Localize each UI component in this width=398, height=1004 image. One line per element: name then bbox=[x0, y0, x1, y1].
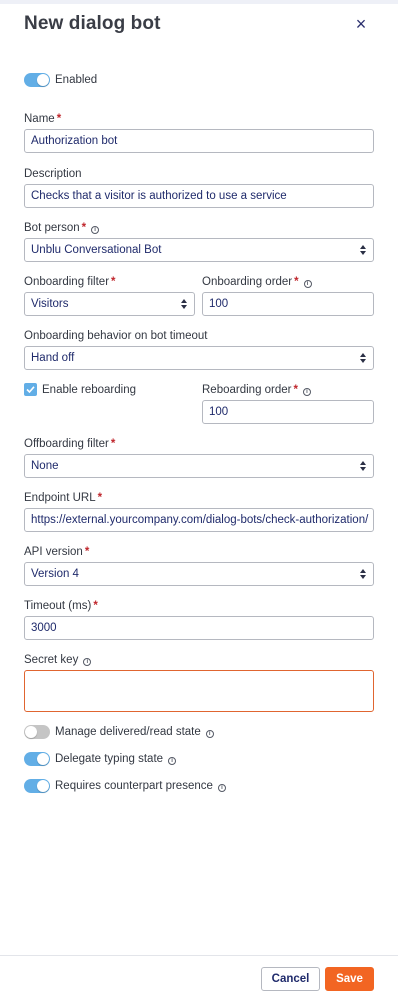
required-mark: * bbox=[111, 276, 116, 288]
info-icon[interactable]: i bbox=[168, 757, 177, 765]
manage-delivered-label: Manage delivered/read state i bbox=[55, 725, 214, 739]
onboarding-behavior-select[interactable]: Hand off bbox=[24, 346, 374, 370]
bot-person-label: Bot person * i bbox=[24, 221, 100, 235]
requires-counterpart-toggle[interactable] bbox=[24, 779, 50, 793]
required-mark: * bbox=[293, 384, 298, 396]
enabled-label: Enabled bbox=[55, 74, 98, 86]
toggle-knob bbox=[37, 753, 49, 765]
info-icon[interactable]: i bbox=[205, 730, 214, 738]
required-mark: * bbox=[84, 546, 90, 558]
description-label: Description bbox=[24, 168, 82, 180]
required-mark: * bbox=[110, 438, 116, 450]
info-icon[interactable]: i bbox=[83, 658, 92, 666]
onboarding-filter-label: Onboarding filter * bbox=[24, 275, 116, 289]
required-mark: * bbox=[81, 222, 87, 234]
chevron-updown-icon bbox=[360, 461, 366, 471]
onboarding-behavior-label: Onboarding behavior on bot timeout bbox=[24, 330, 208, 342]
manage-delivered-label-text: Manage delivered/read state bbox=[55, 726, 201, 738]
onboarding-order-label: Onboarding order * i bbox=[202, 275, 312, 289]
required-mark: * bbox=[97, 492, 103, 504]
delegate-typing-toggle[interactable] bbox=[24, 752, 50, 766]
reboarding-order-label: Reboarding order * i bbox=[202, 383, 311, 397]
name-label-text: Name bbox=[24, 113, 55, 125]
offboarding-filter-label: Offboarding filter * bbox=[24, 437, 115, 451]
delegate-typing-label-text: Delegate typing state bbox=[55, 753, 164, 765]
name-input[interactable]: Authorization bot bbox=[24, 129, 374, 153]
bot-person-label-text: Bot person bbox=[24, 222, 80, 234]
dialog-header: New dialog bot × bbox=[24, 12, 374, 38]
api-version-label: API version * bbox=[24, 545, 89, 559]
reboarding-order-input[interactable]: 100 bbox=[202, 400, 374, 424]
dialog-title: New dialog bot bbox=[24, 13, 161, 34]
toggle-knob bbox=[37, 74, 49, 86]
check-icon bbox=[26, 386, 35, 394]
api-version-value: Version 4 bbox=[31, 568, 79, 580]
required-mark: * bbox=[294, 276, 299, 288]
name-label: Name * bbox=[24, 112, 61, 126]
manage-delivered-toggle[interactable] bbox=[24, 725, 50, 739]
bot-person-value: Unblu Conversational Bot bbox=[31, 244, 162, 256]
delegate-typing-label: Delegate typing state i bbox=[55, 752, 177, 766]
close-icon[interactable]: × bbox=[352, 12, 370, 36]
enabled-toggle[interactable] bbox=[24, 73, 50, 87]
offboarding-filter-select[interactable]: None bbox=[24, 454, 374, 478]
chevron-updown-icon bbox=[181, 299, 187, 309]
toggle-knob bbox=[37, 780, 49, 792]
onboarding-order-label-text: Onboarding order bbox=[202, 276, 293, 288]
secret-key-label-text: Secret key bbox=[24, 654, 79, 666]
api-version-select[interactable]: Version 4 bbox=[24, 562, 374, 586]
chevron-updown-icon bbox=[360, 245, 366, 255]
requires-counterpart-label-text: Requires counterpart presence bbox=[55, 780, 213, 792]
timeout-input[interactable]: 3000 bbox=[24, 616, 374, 640]
toggle-knob bbox=[25, 726, 37, 738]
chevron-updown-icon bbox=[360, 353, 366, 363]
required-mark: * bbox=[93, 600, 98, 612]
footer-divider bbox=[0, 955, 398, 956]
required-mark: * bbox=[56, 113, 62, 125]
chevron-updown-icon bbox=[360, 569, 366, 579]
save-button[interactable]: Save bbox=[325, 967, 374, 991]
secret-key-input[interactable] bbox=[24, 670, 374, 712]
requires-counterpart-label: Requires counterpart presence i bbox=[55, 779, 226, 793]
top-strip bbox=[0, 0, 398, 4]
onboarding-order-input[interactable]: 100 bbox=[202, 292, 374, 316]
endpoint-url-label: Endpoint URL * bbox=[24, 491, 102, 505]
info-icon[interactable]: i bbox=[303, 388, 311, 396]
offboarding-filter-label-text: Offboarding filter bbox=[24, 438, 109, 450]
onboarding-filter-select[interactable]: Visitors bbox=[24, 292, 195, 316]
info-icon[interactable]: i bbox=[217, 784, 226, 792]
onboarding-behavior-value: Hand off bbox=[31, 352, 75, 364]
api-version-label-text: API version bbox=[24, 546, 83, 558]
bot-person-select[interactable]: Unblu Conversational Bot bbox=[24, 238, 374, 262]
timeout-label-text: Timeout (ms) bbox=[24, 600, 92, 612]
timeout-label: Timeout (ms) * bbox=[24, 599, 98, 613]
secret-key-label: Secret key i bbox=[24, 653, 92, 667]
endpoint-url-input[interactable]: https://external.yourcompany.com/dialog-… bbox=[24, 508, 374, 532]
info-icon[interactable]: i bbox=[303, 280, 312, 288]
onboarding-filter-label-text: Onboarding filter bbox=[24, 276, 110, 288]
endpoint-url-label-text: Endpoint URL bbox=[24, 492, 96, 504]
info-icon[interactable]: i bbox=[91, 226, 100, 234]
offboarding-filter-value: None bbox=[31, 460, 59, 472]
enable-reboarding-label: Enable reboarding bbox=[42, 384, 136, 396]
description-input[interactable]: Checks that a visitor is authorized to u… bbox=[24, 184, 374, 208]
onboarding-filter-value: Visitors bbox=[31, 298, 69, 310]
enable-reboarding-checkbox[interactable] bbox=[24, 383, 37, 396]
cancel-button[interactable]: Cancel bbox=[261, 967, 320, 991]
reboarding-order-label-text: Reboarding order bbox=[202, 384, 292, 396]
